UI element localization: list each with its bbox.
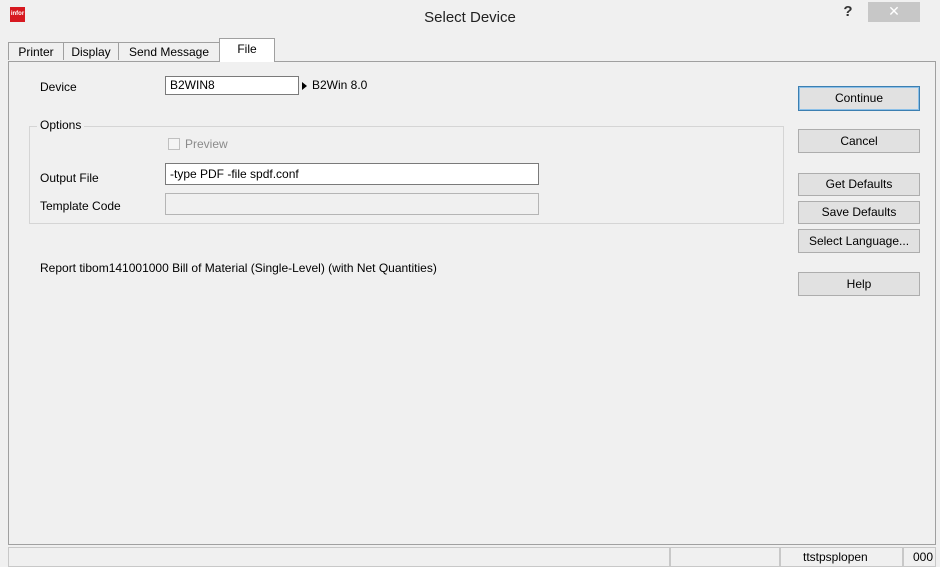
status-bar: ttstpsplopen 000: [8, 545, 936, 567]
output-file-label: Output File: [40, 171, 99, 185]
report-description: Report tibom141001000 Bill of Material (…: [40, 261, 437, 275]
cancel-button[interactable]: Cancel: [798, 129, 920, 153]
tab-send-message[interactable]: Send Message: [118, 42, 220, 60]
device-description: B2Win 8.0: [312, 78, 368, 92]
window-title: Select Device: [424, 9, 516, 26]
select-language-button[interactable]: Select Language...: [798, 229, 920, 253]
status-code: 000: [903, 547, 936, 567]
preview-label: Preview: [185, 137, 228, 151]
template-code-field[interactable]: [165, 193, 539, 215]
continue-button[interactable]: Continue: [798, 86, 920, 111]
status-message-cell: [8, 547, 670, 567]
help-button[interactable]: Help: [798, 272, 920, 296]
status-session: ttstpsplopen: [780, 547, 903, 567]
tab-display[interactable]: Display: [63, 42, 119, 60]
tab-printer[interactable]: Printer: [8, 42, 64, 60]
status-empty-cell: [670, 547, 780, 567]
template-code-label: Template Code: [40, 199, 121, 213]
close-icon[interactable]: ✕: [868, 2, 920, 22]
get-defaults-button[interactable]: Get Defaults: [798, 173, 920, 196]
help-icon[interactable]: ?: [838, 3, 858, 20]
save-defaults-button[interactable]: Save Defaults: [798, 201, 920, 224]
preview-checkbox[interactable]: [168, 138, 180, 150]
tab-file[interactable]: File: [219, 38, 275, 62]
device-label: Device: [40, 80, 77, 94]
device-field[interactable]: B2WIN8: [165, 76, 299, 95]
device-lookup-arrow-icon[interactable]: [302, 82, 307, 90]
output-file-field[interactable]: -type PDF -file spdf.conf: [165, 163, 539, 185]
options-group-title: Options: [37, 118, 85, 132]
